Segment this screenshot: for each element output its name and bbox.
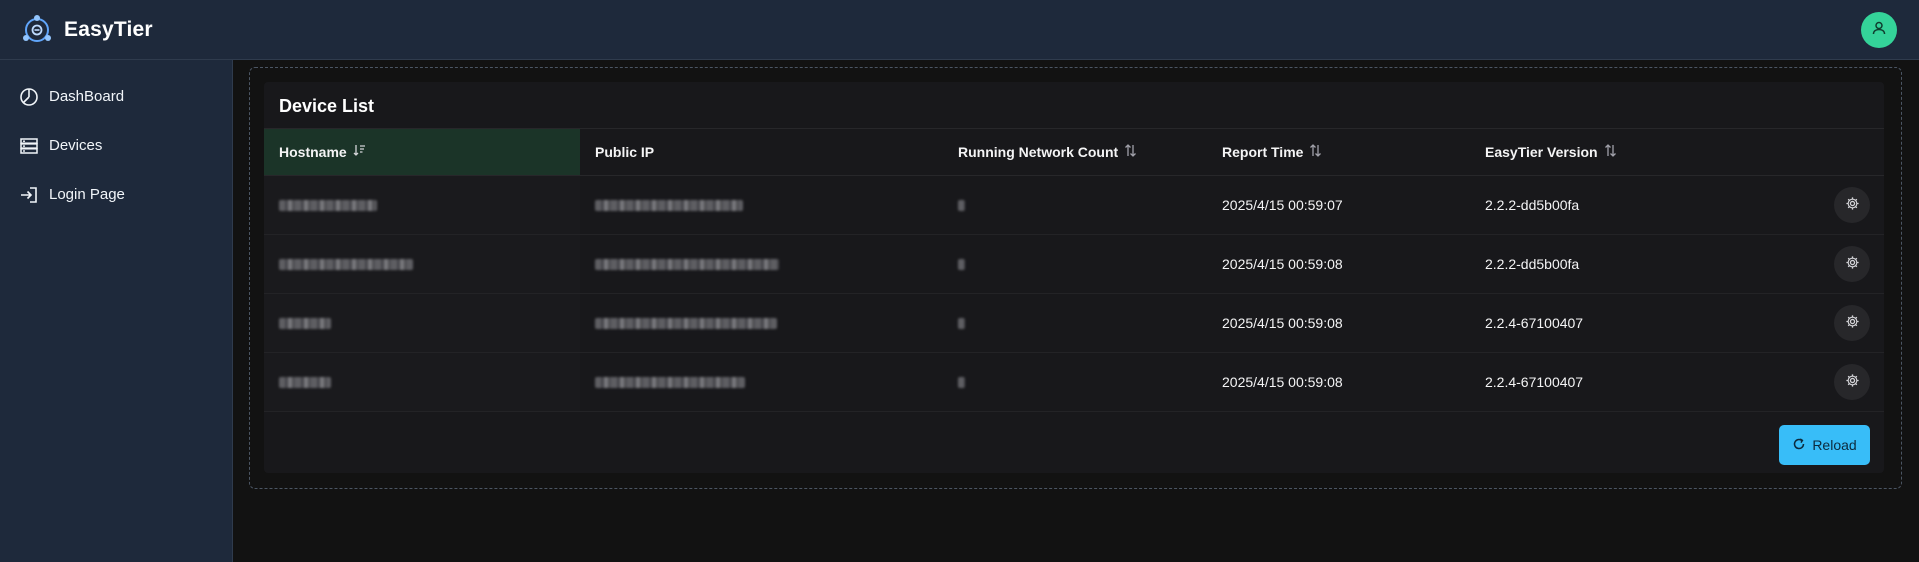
dashboard-icon	[19, 87, 39, 107]
gear-icon	[1845, 373, 1860, 391]
network-count-cell-redacted	[943, 294, 1207, 352]
table-row[interactable]: 2025/4/15 00:59:07 2.2.2-dd5b00fa	[264, 176, 1884, 235]
server-icon	[19, 136, 39, 156]
hostname-cell-redacted	[264, 294, 580, 352]
sidebar: DashBoard Devices Login Page	[0, 60, 233, 562]
column-header-actions	[1770, 129, 1884, 175]
table-header: Hostname Public IP Running Network Count	[264, 128, 1884, 176]
public-ip-cell-redacted	[580, 353, 943, 411]
device-settings-button[interactable]	[1834, 305, 1870, 341]
public-ip-cell-redacted	[580, 235, 943, 293]
column-label: EasyTier Version	[1485, 144, 1598, 160]
brand[interactable]: EasyTier	[20, 13, 153, 47]
version-cell: 2.2.4-67100407	[1485, 374, 1584, 390]
actions-cell	[1770, 176, 1884, 234]
actions-cell	[1770, 294, 1884, 352]
network-count-cell-redacted	[943, 235, 1207, 293]
table-row[interactable]: 2025/4/15 00:59:08 2.2.2-dd5b00fa	[264, 235, 1884, 294]
easytier-logo-icon	[20, 13, 54, 47]
column-label: Report Time	[1222, 144, 1304, 160]
reload-button[interactable]: Reload	[1779, 425, 1870, 465]
redacted-text	[279, 258, 413, 270]
sign-in-icon	[19, 185, 39, 205]
version-cell: 2.2.4-67100407	[1485, 315, 1584, 331]
card-title: Device List	[279, 96, 375, 116]
network-count-cell-redacted	[943, 176, 1207, 234]
app-name: EasyTier	[64, 17, 153, 41]
gear-icon	[1845, 314, 1860, 332]
sidebar-item-dashboard[interactable]: DashBoard	[0, 72, 232, 121]
actions-cell	[1770, 353, 1884, 411]
hostname-cell-redacted	[264, 176, 580, 234]
report-time-cell: 2025/4/15 00:59:08	[1222, 256, 1343, 272]
device-list-card: Device List Hostname Public IP Running N…	[264, 82, 1884, 473]
report-time-cell: 2025/4/15 00:59:08	[1222, 315, 1343, 331]
redacted-text	[595, 199, 743, 211]
redacted-text	[958, 317, 965, 329]
redacted-text	[279, 376, 331, 388]
device-table: Hostname Public IP Running Network Count	[264, 128, 1884, 412]
table-row[interactable]: 2025/4/15 00:59:08 2.2.4-67100407	[264, 353, 1884, 412]
version-cell: 2.2.2-dd5b00fa	[1485, 197, 1580, 213]
redacted-text	[595, 376, 745, 388]
device-settings-button[interactable]	[1834, 364, 1870, 400]
sort-icon	[1124, 144, 1137, 160]
column-header-running-network-count[interactable]: Running Network Count	[943, 129, 1207, 175]
redacted-text	[595, 317, 777, 329]
sidebar-item-label: DashBoard	[49, 88, 125, 105]
redacted-text	[279, 317, 331, 329]
redacted-text	[958, 376, 965, 388]
redacted-text	[595, 258, 779, 270]
redacted-text	[279, 199, 377, 211]
redacted-text	[958, 199, 965, 211]
network-count-cell-redacted	[943, 353, 1207, 411]
table-footer: Reload	[264, 423, 1884, 473]
actions-cell	[1770, 235, 1884, 293]
sort-icon	[1309, 144, 1322, 160]
top-bar: EasyTier	[0, 0, 1919, 60]
sidebar-item-label: Login Page	[49, 186, 125, 203]
gear-icon	[1845, 255, 1860, 273]
column-label: Public IP	[595, 144, 655, 160]
main-content: Device List Hostname Public IP Running N…	[233, 60, 1919, 562]
sidebar-item-label: Devices	[49, 137, 103, 154]
public-ip-cell-redacted	[580, 176, 943, 234]
user-icon	[1871, 20, 1887, 41]
hostname-cell-redacted	[264, 353, 580, 411]
device-settings-button[interactable]	[1834, 246, 1870, 282]
table-row[interactable]: 2025/4/15 00:59:08 2.2.4-67100407	[264, 294, 1884, 353]
column-header-public-ip[interactable]: Public IP	[580, 129, 943, 175]
report-time-cell: 2025/4/15 00:59:07	[1222, 197, 1343, 213]
sort-icon	[1604, 144, 1617, 160]
device-settings-button[interactable]	[1834, 187, 1870, 223]
column-header-report-time[interactable]: Report Time	[1207, 129, 1470, 175]
gear-icon	[1845, 196, 1860, 214]
column-label: Running Network Count	[958, 144, 1119, 160]
column-header-easytier-version[interactable]: EasyTier Version	[1470, 129, 1770, 175]
sidebar-item-login-page[interactable]: Login Page	[0, 170, 232, 219]
sort-descending-icon	[353, 144, 366, 160]
public-ip-cell-redacted	[580, 294, 943, 352]
hostname-cell-redacted	[264, 235, 580, 293]
column-label: Hostname	[279, 144, 347, 160]
user-avatar[interactable]	[1861, 12, 1897, 48]
sidebar-item-devices[interactable]: Devices	[0, 121, 232, 170]
report-time-cell: 2025/4/15 00:59:08	[1222, 374, 1343, 390]
refresh-icon	[1792, 437, 1806, 454]
redacted-text	[958, 258, 965, 270]
reload-label: Reload	[1812, 437, 1857, 453]
column-header-hostname[interactable]: Hostname	[264, 129, 580, 175]
version-cell: 2.2.2-dd5b00fa	[1485, 256, 1580, 272]
